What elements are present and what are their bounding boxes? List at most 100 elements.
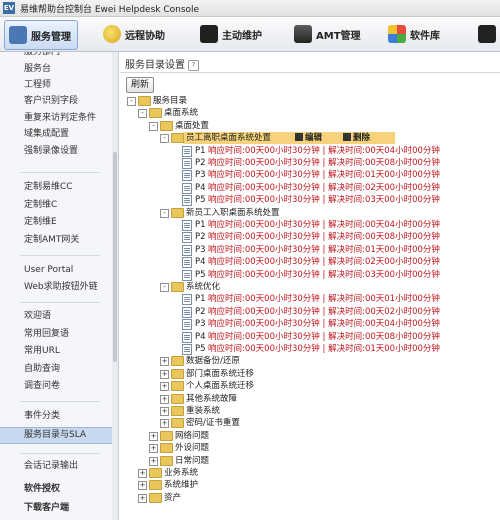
maintenance-icon [200, 25, 218, 43]
expand-icon[interactable]: + [160, 419, 169, 429]
tree-node[interactable]: + 密码/证书重置 [120, 417, 500, 429]
tree-node[interactable]: + 数据备份/还原 [120, 355, 500, 367]
sidebar-item[interactable]: 会话记录输出 [0, 459, 112, 474]
sidebar-item[interactable]: 定制维E [0, 215, 112, 230]
sidebar-item[interactable]: 定制易维CC [0, 180, 112, 195]
sidebar-item[interactable]: 常用回复语 [0, 327, 112, 342]
sidebar-item[interactable]: 域集成配置 [0, 127, 112, 142]
sidebar-item[interactable]: 工程师 [0, 78, 112, 93]
sidebar-item[interactable]: 定制AMT网关 [0, 233, 112, 248]
expand-icon[interactable]: + [160, 407, 169, 416]
priority-label: P3 [195, 170, 206, 181]
tree-node[interactable]: + 部门桌面系统迁移 [120, 368, 500, 380]
sidebar-item[interactable]: 欢迎语 [0, 309, 112, 324]
sidebar-item[interactable]: 强制录像设置 [0, 144, 112, 159]
sla-row[interactable]: P5 响应时间:00天00小时30分钟 | 解决时间:03天00小时00分钟 [120, 269, 500, 281]
tree-node-label: 业务系统 [164, 468, 199, 478]
toolbar-service-management[interactable]: 服务管理 [4, 20, 78, 50]
sidebar-item[interactable]: 自助查询 [0, 362, 112, 377]
tree-node-label: 桌面系统 [164, 108, 199, 119]
folder-icon [171, 418, 184, 429]
sla-row[interactable]: P4 响应时间:00天00小时30分钟 | 解决时间:02天00小时00分钟 [120, 256, 500, 269]
expand-icon[interactable]: + [160, 369, 169, 379]
collapse-icon[interactable]: - [138, 109, 147, 119]
tree-node[interactable]: - 桌面处置 [120, 120, 500, 132]
help-icon[interactable]: ? [188, 59, 199, 71]
tree-node[interactable]: - 员工离职桌面系统处置 编辑 删除 [120, 132, 500, 145]
sla-row[interactable]: P5 响应时间:00天00小时30分钟 | 解决时间:01天00小时00分钟 [120, 343, 500, 355]
collapse-icon[interactable]: - [160, 283, 169, 292]
expand-icon[interactable]: + [149, 431, 158, 441]
sidebar-item[interactable]: User Portal [0, 263, 112, 278]
folder-icon [160, 443, 173, 454]
expand-icon[interactable]: + [160, 394, 169, 404]
tree-node-label: 网络问题 [175, 430, 210, 441]
sla-row[interactable]: P4 响应时间:00天00小时30分钟 | 解决时间:00天08小时00分钟 [120, 331, 500, 343]
tree-node[interactable]: + 资产 [120, 492, 500, 504]
document-icon [182, 182, 192, 194]
sla-row[interactable]: P1 响应时间:00天00小时30分钟 | 解决时间:00天04小时00分钟 [120, 145, 500, 157]
expand-icon[interactable]: + [149, 456, 158, 466]
scrollbar-thumb[interactable] [113, 152, 117, 362]
tree-node[interactable]: - 新员工入职桌面系统处置 [120, 207, 500, 219]
toolbar-active-maintenance[interactable]: 主动维护 [200, 20, 262, 48]
tree-node[interactable]: + 重装系统 [120, 405, 500, 417]
sidebar-item[interactable]: 服务部门 [0, 52, 112, 60]
sla-row[interactable]: P4 响应时间:00天00小时30分钟 | 解决时间:02天00小时00分钟 [120, 182, 500, 194]
toolbar-label: 服务管理 [31, 31, 71, 43]
sla-row[interactable]: P2 响应时间:00天00小时30分钟 | 解决时间:00天02小时00分钟 [120, 306, 500, 318]
expand-icon[interactable]: + [160, 357, 169, 367]
toolbar-label: 软件库 [410, 30, 440, 42]
toolbar-more[interactable] [478, 20, 500, 48]
tree-node[interactable]: + 个人桌面系统迁移 [120, 380, 500, 392]
collapse-icon[interactable]: - [149, 121, 158, 131]
folder-icon [149, 480, 162, 491]
toolbar-amt-management[interactable]: AMT管理 [294, 20, 361, 48]
tree-node-label: 新员工入职桌面系统处置 [186, 207, 280, 218]
sidebar-item[interactable]: 常用URL [0, 344, 112, 359]
sla-row[interactable]: P1 响应时间:00天00小时30分钟 | 解决时间:00天01小时00分钟 [120, 293, 500, 306]
expand-icon[interactable]: + [160, 382, 169, 392]
tree-node[interactable]: - 服务目录 [120, 95, 500, 107]
refresh-button[interactable]: 刷新 [126, 77, 155, 93]
tree-node-label: 密码/证书重置 [186, 418, 240, 429]
tree-node[interactable]: - 桌面系统 [120, 107, 500, 119]
sidebar-item[interactable]: 客户识别字段 [0, 94, 112, 109]
sla-row[interactable]: P2 响应时间:00天00小时30分钟 | 解决时间:00天08小时00分钟 [120, 157, 500, 169]
expand-icon[interactable]: + [138, 481, 147, 491]
sla-row[interactable]: P3 响应时间:00天00小时30分钟 | 解决时间:01天00小时00分钟 [120, 169, 500, 182]
expand-icon[interactable]: + [138, 469, 147, 478]
tree-node[interactable]: + 系统维护 [120, 479, 500, 491]
tree-node[interactable]: + 网络问题 [120, 430, 500, 442]
tree-node[interactable]: + 其他系统故障 [120, 393, 500, 405]
delete-button[interactable]: 删除 [343, 132, 370, 144]
tree-node[interactable]: + 业务系统 [120, 467, 500, 479]
sla-row[interactable]: P2 响应时间:00天00小时30分钟 | 解决时间:00天08小时00分钟 [120, 231, 500, 244]
sidebar-item[interactable]: 重复来访判定条件 [0, 111, 112, 126]
sidebar-item[interactable]: 服务台 [0, 62, 112, 77]
toolbar-software-library[interactable]: 软件库 [388, 20, 440, 48]
collapse-icon[interactable]: - [160, 134, 169, 144]
expand-icon[interactable]: + [149, 444, 158, 454]
sidebar-item[interactable]: 定制维C [0, 198, 112, 213]
collapse-icon[interactable]: - [127, 97, 136, 106]
tree-node[interactable]: + 日常问题 [120, 455, 500, 467]
sla-row[interactable]: P3 响应时间:00天00小时30分钟 | 解决时间:00天04小时00分钟 [120, 318, 500, 331]
toolbar-remote-assist[interactable]: 远程协助 [103, 20, 165, 48]
sidebar-item-service-catalog-sla[interactable]: 服务目录与SLA [0, 427, 112, 444]
sla-row[interactable]: P5 响应时间:00天00小时30分钟 | 解决时间:03天00小时00分钟 [120, 194, 500, 207]
tree-node[interactable]: + 外设问题 [120, 442, 500, 454]
tree-node[interactable]: - 系统优化 [120, 281, 500, 293]
collapse-icon[interactable]: - [160, 208, 169, 218]
sla-row[interactable]: P3 响应时间:00天00小时30分钟 | 解决时间:01天00小时00分钟 [120, 244, 500, 256]
sidebar-scrollbar[interactable] [112, 52, 118, 520]
edit-button[interactable]: 编辑 [295, 132, 322, 144]
sidebar-item[interactable]: Web求助按钮外链 [0, 280, 112, 295]
sidebar-item-license[interactable]: 软件授权 [0, 482, 112, 497]
sidebar-item[interactable]: 调查问卷 [0, 379, 112, 394]
sidebar-item-download-client[interactable]: 下载客户端 [0, 501, 112, 516]
sla-row[interactable]: P1 响应时间:00天00小时30分钟 | 解决时间:00天04小时00分钟 [120, 219, 500, 231]
sidebar-item[interactable]: 事件分类 [0, 409, 112, 424]
expand-icon[interactable]: + [138, 493, 147, 503]
service-catalog-tree: - 服务目录 - 桌面系统 - 桌面处置 - 员工离职桌面系统处置 编辑 删除 P1 响应时间:00天… [120, 92, 500, 520]
